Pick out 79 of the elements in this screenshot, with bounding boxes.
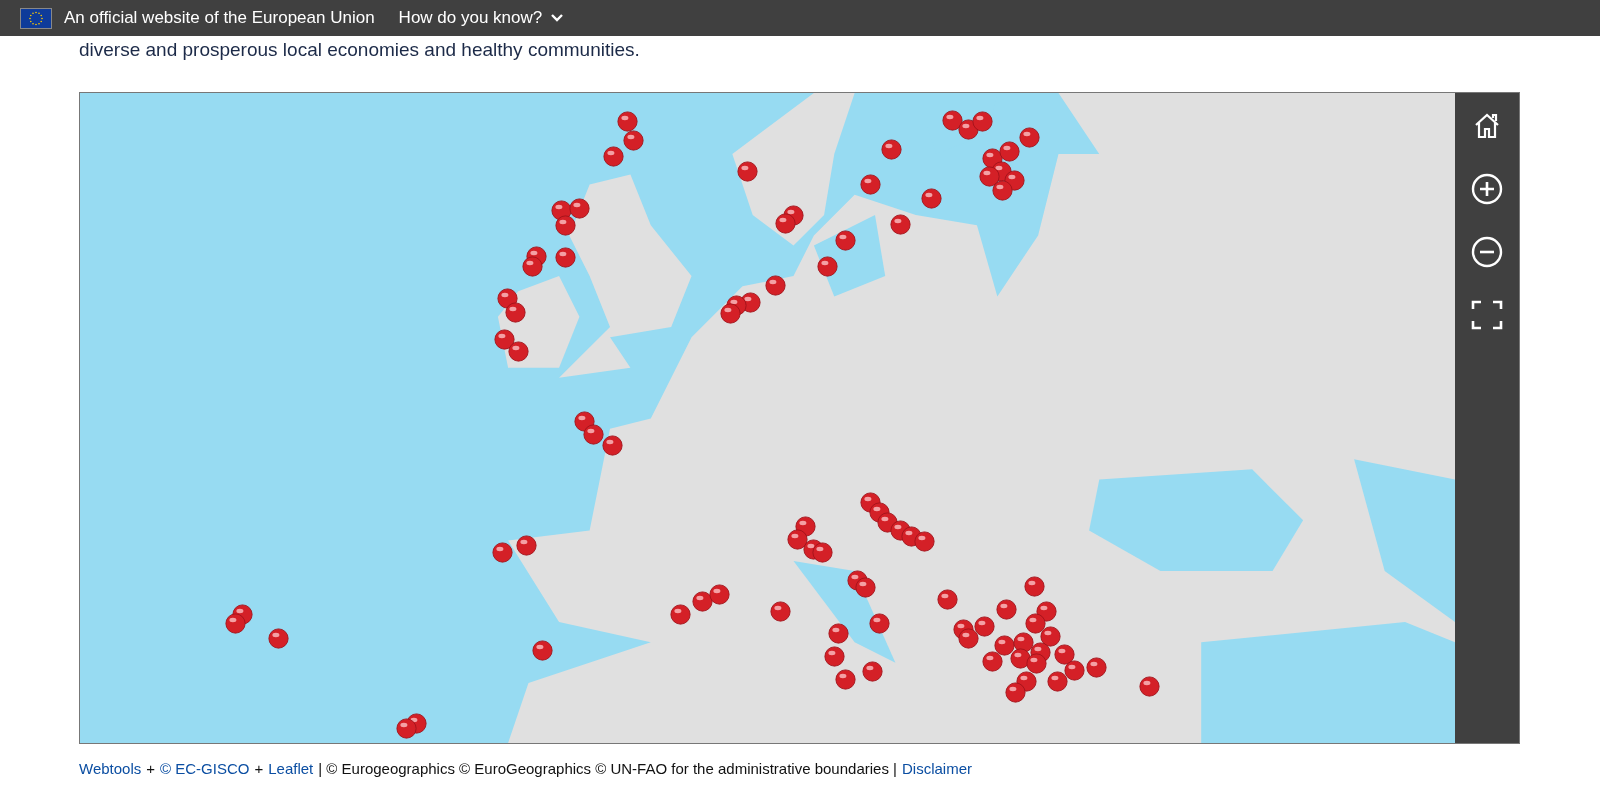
map-marker-icon[interactable] (998, 140, 1020, 162)
map-marker-icon[interactable] (602, 434, 624, 456)
map-marker-icon[interactable] (555, 215, 577, 237)
map-marker-icon[interactable] (736, 161, 758, 183)
intro-text: diverse and prosperous local economies and healthy communities. (79, 38, 641, 62)
map-marker-icon[interactable] (516, 534, 538, 556)
map-marker-icon[interactable] (1009, 647, 1031, 669)
map-marker-icon[interactable] (775, 213, 797, 235)
map-marker-icon[interactable] (1086, 656, 1108, 678)
map-marker-icon[interactable] (1018, 126, 1040, 148)
map-marker-icon[interactable] (869, 612, 891, 634)
attribution-link[interactable]: Webtools (79, 760, 142, 777)
attribution-link[interactable]: Leaflet (268, 760, 314, 777)
map-marker-icon[interactable] (1063, 659, 1085, 681)
map-marker-icon[interactable] (1139, 676, 1161, 698)
map-marker-icon[interactable] (974, 616, 996, 637)
map-marker-icon[interactable] (862, 660, 883, 682)
map-marker-icon[interactable] (720, 302, 742, 324)
map-marker-icon[interactable] (812, 541, 834, 563)
attribution-text: + (146, 760, 156, 777)
map-marker-icon[interactable] (603, 146, 625, 168)
zoom-in-button[interactable] (1470, 172, 1504, 206)
map-marker-icon[interactable] (1023, 576, 1045, 598)
map-marker-icon[interactable] (957, 628, 979, 650)
chevron-down-icon (550, 13, 565, 23)
map-marker-icon[interactable] (1025, 612, 1047, 634)
map-marker-icon[interactable] (623, 129, 645, 151)
map-marker-icon[interactable] (505, 301, 527, 323)
map-marker-icon[interactable] (824, 645, 846, 667)
map-marker-icon[interactable] (396, 717, 418, 739)
map-marker-icon[interactable] (996, 598, 1018, 620)
map-marker-icon[interactable] (937, 588, 959, 610)
map-marker-icon[interactable] (889, 214, 911, 236)
map-marker-icon[interactable] (508, 341, 530, 363)
attribution-text: | © Eurogeographics © EuroGeographics © UN-FAO for the administrative boundaries | (318, 760, 897, 777)
map-marker-icon[interactable] (1026, 652, 1048, 674)
map-marker-icon[interactable] (267, 628, 289, 650)
map-marker-icon[interactable] (859, 173, 881, 195)
map-marker-icon[interactable] (582, 423, 604, 445)
map-marker-icon[interactable] (913, 530, 935, 552)
map-marker-icon[interactable] (1053, 644, 1075, 666)
map-marker-icon[interactable] (555, 246, 577, 268)
map-marker-icon[interactable] (881, 138, 903, 160)
attribution-link[interactable]: Disclaimer (901, 760, 972, 777)
map-marker-icon[interactable] (521, 255, 543, 277)
map-marker-icon[interactable] (1040, 626, 1062, 648)
map-marker-icon[interactable] (942, 110, 964, 132)
map-marker-icon[interactable] (765, 275, 787, 297)
map-marker-icon[interactable] (1004, 682, 1026, 704)
map-marker-icon[interactable] (828, 623, 850, 645)
map-marker-icon[interactable] (709, 584, 731, 606)
map-marker-icon[interactable] (670, 603, 692, 625)
map-marker-icon[interactable] (1047, 670, 1069, 692)
map-marker-icon[interactable] (691, 590, 713, 612)
attribution-link[interactable]: © EC-GISCO (160, 760, 250, 777)
eu-flag-icon (20, 7, 52, 29)
map-marker-icon[interactable] (992, 179, 1014, 201)
map-marker-icon[interactable] (817, 255, 839, 277)
map-marker-icon[interactable] (494, 329, 516, 351)
attribution-text: + (254, 760, 264, 777)
map-marker-icon[interactable] (770, 600, 792, 622)
map-marker-icon[interactable] (972, 111, 993, 133)
map-marker-icon[interactable] (921, 187, 943, 209)
map-marker-icon[interactable] (224, 612, 246, 634)
zoom-out-button[interactable] (1470, 235, 1504, 269)
map-marker-icon[interactable] (834, 668, 856, 690)
map-marker-icon[interactable] (835, 229, 857, 251)
disclosure-toggle[interactable]: How do you know? (398, 8, 565, 28)
banner-text: An official website of the European Union (64, 8, 375, 28)
map-marker-icon[interactable] (786, 528, 808, 550)
map-marker-icon[interactable] (569, 197, 591, 219)
map-marker-icon[interactable] (979, 166, 1001, 188)
map-marker-icon[interactable] (994, 635, 1016, 657)
map-marker-icon[interactable] (492, 541, 513, 563)
map-marker-icon[interactable] (854, 577, 876, 599)
map-marker-icon[interactable] (982, 650, 1004, 672)
map-marker-icon[interactable] (617, 111, 639, 133)
map-marker-icon[interactable] (531, 640, 553, 662)
fullscreen-button[interactable] (1470, 298, 1504, 332)
